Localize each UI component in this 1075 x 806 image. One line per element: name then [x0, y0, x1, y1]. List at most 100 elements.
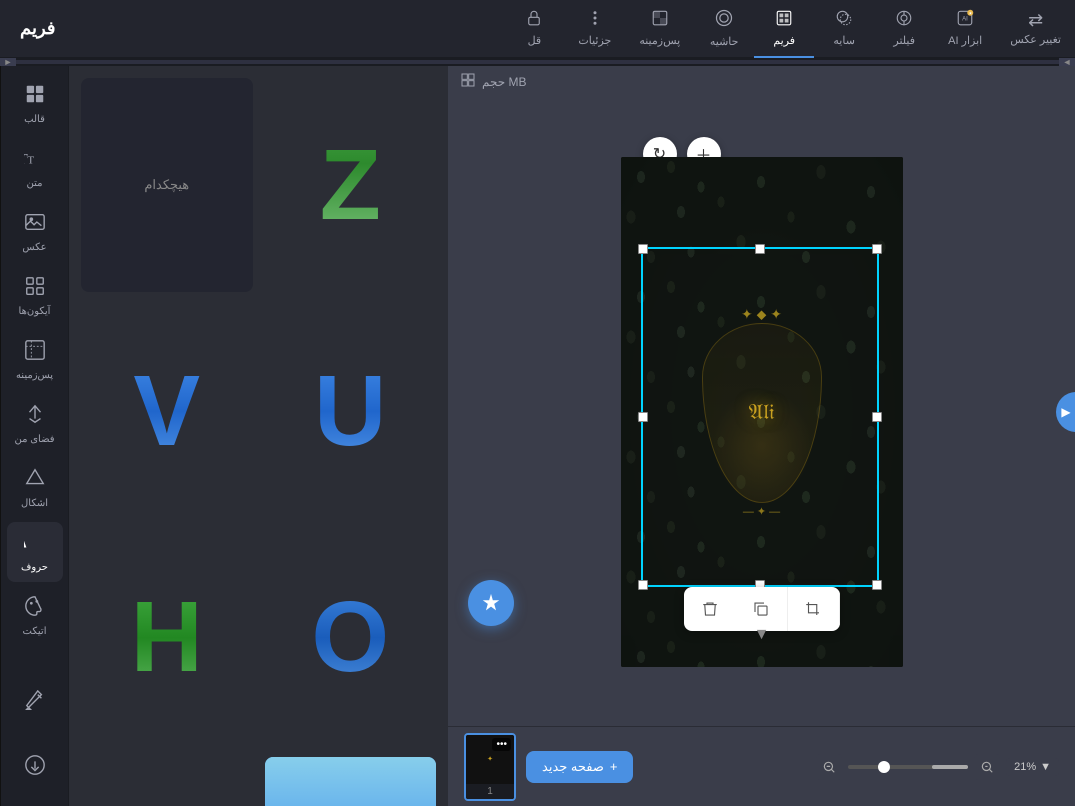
- lock-icon: [525, 9, 543, 32]
- frame-letter-u[interactable]: U: [265, 304, 437, 518]
- myspace-icon: [24, 403, 46, 431]
- tool-ai[interactable]: AI ★ ابزار AI: [934, 0, 996, 58]
- zoom-slider[interactable]: [848, 765, 968, 769]
- sidebar-item-sticker[interactable]: اتیکت: [7, 586, 63, 646]
- tool-lock[interactable]: قل: [504, 0, 564, 58]
- right-sidebar: قالب T T متن عکس: [0, 66, 68, 806]
- sidebar-item-pen[interactable]: [7, 674, 63, 734]
- image-icon: [24, 211, 46, 239]
- shapes-label: اشکال: [21, 498, 48, 509]
- frame-letter-o[interactable]: O: [265, 531, 437, 745]
- details-icon: [586, 9, 604, 32]
- add-icon: +: [610, 759, 618, 774]
- zoom-dropdown[interactable]: ▼ 21%: [1006, 758, 1059, 776]
- crop-button[interactable]: [788, 587, 840, 631]
- sidebar-item-text[interactable]: T T متن: [7, 138, 63, 198]
- ai-icon: AI ★: [956, 9, 974, 32]
- flip-icon: ⇄: [1028, 10, 1043, 31]
- frame-icon: [775, 9, 793, 32]
- border-icon: [714, 8, 734, 33]
- tool-frame[interactable]: فریم: [754, 0, 814, 58]
- download-icon: [24, 754, 46, 782]
- image-action-bar: [684, 587, 840, 631]
- zoom-fill: [932, 765, 968, 769]
- letters-label: حروف: [21, 562, 48, 573]
- zoom-out-btn[interactable]: [816, 754, 842, 780]
- pen-icon: [24, 690, 46, 718]
- scroll-right-btn[interactable]: ►: [0, 58, 16, 66]
- sidebar-item-letters[interactable]: A حروف: [7, 522, 63, 582]
- scroll-left-btn[interactable]: ◄: [1059, 58, 1075, 66]
- background-sidebar-icon: [24, 339, 46, 367]
- collapse-arrow[interactable]: ▼: [754, 626, 770, 644]
- image-label: عکس: [22, 242, 46, 253]
- zoom-percent: 21%: [1014, 761, 1036, 773]
- frame-letter-v[interactable]: V: [81, 304, 253, 518]
- page-number: 1: [466, 784, 514, 799]
- page-thumb-menu[interactable]: •••: [492, 738, 511, 751]
- canvas-header: MB حجم: [448, 66, 1075, 97]
- sidebar-item-icons[interactable]: آیکون‌ها: [7, 266, 63, 326]
- template-icon: [24, 83, 46, 111]
- frame-landscape[interactable]: [265, 757, 437, 806]
- calligraphy-art: ✦ ⬥ ✦ 𝔄𝔩𝔦 — ✦ —: [687, 302, 837, 522]
- sidebar-item-shapes[interactable]: اشکال: [7, 458, 63, 518]
- zoom-down-arrow: ▼: [1040, 761, 1051, 773]
- horizontal-scroll[interactable]: ◄ ►: [0, 58, 1075, 66]
- frame-none[interactable]: هیچکدام: [81, 78, 253, 292]
- add-page-label: صفحه جدید: [542, 759, 604, 775]
- sidebar-item-background[interactable]: پس‌زمینه: [7, 330, 63, 390]
- myspace-label: فضای من: [14, 434, 54, 445]
- filter-icon: [895, 9, 913, 32]
- canvas-workspace[interactable]: ＋ ↻ ✦ ⬥ ✦: [448, 97, 1075, 726]
- file-size-label: MB حجم: [482, 75, 526, 89]
- tool-shadow[interactable]: سایه: [814, 0, 874, 58]
- background-icon: [651, 9, 669, 32]
- tool-background[interactable]: پس‌زمینه: [625, 0, 694, 58]
- toolbar-tools: ⇄ تغییر عکس AI ★ ابزار AI: [76, 0, 1075, 58]
- tool-details[interactable]: جزئیات: [564, 0, 625, 58]
- pages-area: + صفحه جدید ••• ✦ 1: [464, 733, 633, 801]
- frame-letter-h[interactable]: H: [81, 531, 253, 745]
- toolbar-title: فریم: [0, 18, 76, 39]
- frame-panel: Z هیچکدام U V O H Y F L: [68, 66, 448, 806]
- scroll-track[interactable]: [16, 60, 1059, 64]
- svg-text:A: A: [24, 534, 27, 552]
- sticker-icon: [24, 595, 46, 623]
- frame-grid: Z هیچکدام U V O H Y F L: [69, 66, 448, 806]
- background-label: پس‌زمینه: [16, 370, 53, 381]
- icons-icon: [24, 275, 46, 303]
- frame-letter-y[interactable]: Y: [81, 757, 253, 806]
- template-label: قالب: [24, 114, 45, 125]
- frame-letter-z[interactable]: Z: [265, 78, 437, 292]
- zoom-thumb[interactable]: [878, 761, 890, 773]
- sidebar-item-myspace[interactable]: فضای من: [7, 394, 63, 454]
- shadow-icon: [835, 9, 853, 32]
- side-expand-btn[interactable]: ▶: [1056, 392, 1075, 432]
- svg-text:T: T: [27, 155, 34, 167]
- sticker-label: اتیکت: [23, 626, 47, 637]
- sidebar-item-template[interactable]: قالب: [7, 74, 63, 134]
- text-icon: T T: [24, 147, 46, 175]
- sidebar-item-download[interactable]: [7, 738, 63, 798]
- text-label: متن: [27, 178, 43, 189]
- page-thumbnail-1[interactable]: ••• ✦ 1: [464, 733, 516, 801]
- tool-border[interactable]: حاشیه: [694, 0, 754, 58]
- delete-button[interactable]: [684, 587, 736, 631]
- calligraphy-frame: ✦ ⬥ ✦ 𝔄𝔩𝔦 — ✦ —: [672, 282, 852, 542]
- canvas-bottom-bar: ▼ 21%: [448, 726, 1075, 806]
- tool-flip[interactable]: ⇄ تغییر عکس: [996, 0, 1075, 58]
- size-icon: [460, 72, 476, 91]
- ai-magic-button[interactable]: [468, 580, 514, 626]
- sidebar-item-image[interactable]: عکس: [7, 202, 63, 262]
- zoom-in-btn[interactable]: [974, 754, 1000, 780]
- duplicate-button[interactable]: [736, 587, 788, 631]
- svg-text:AI: AI: [962, 16, 968, 22]
- add-page-btn[interactable]: + صفحه جدید: [526, 751, 633, 783]
- icons-label: آیکون‌ها: [19, 306, 51, 317]
- shapes-icon: [24, 467, 46, 495]
- canvas-area: MB حجم ＋ ↻: [448, 66, 1075, 806]
- letters-icon: A: [24, 531, 46, 559]
- main-layout: MB حجم ＋ ↻: [0, 66, 1075, 806]
- tool-filter[interactable]: فیلتر: [874, 0, 934, 58]
